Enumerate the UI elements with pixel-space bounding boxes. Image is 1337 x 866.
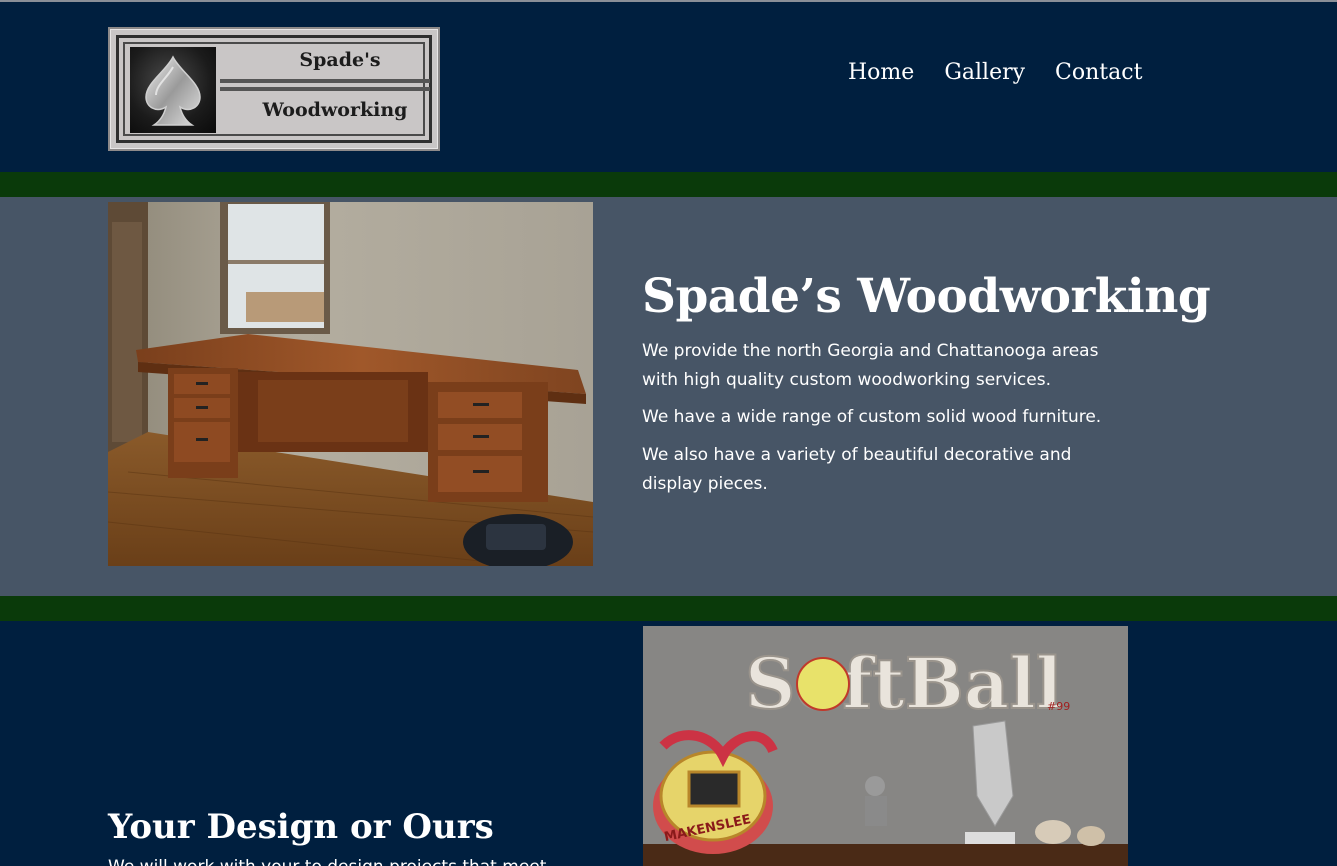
nav-gallery[interactable]: Gallery: [944, 60, 1025, 85]
nav-contact[interactable]: Contact: [1055, 60, 1142, 85]
desk-photo: [108, 202, 593, 566]
softball-display-photo: SoftBall #99 MAKENSLEE: [643, 626, 1128, 866]
design-section: Your Design or Ours We will work with yo…: [0, 621, 1337, 866]
hero-section: Spade’s Woodworking We provide the north…: [0, 197, 1337, 596]
sign-number: #99: [1047, 700, 1070, 713]
logo-text-line1: Spade's: [299, 49, 381, 71]
hero-paragraph: We have a wide range of custom solid woo…: [642, 407, 1102, 427]
logo-text-line2: Woodworking: [262, 99, 408, 121]
site-logo[interactable]: Spade's Woodworking: [108, 27, 440, 151]
main-nav: Home Gallery Contact: [848, 60, 1142, 85]
green-divider-band: [0, 172, 1337, 197]
section-title: Your Design or Ours: [108, 807, 494, 847]
nav-home[interactable]: Home: [848, 60, 914, 85]
logo-divider: [220, 87, 430, 91]
logo-divider: [220, 79, 430, 83]
hero-paragraph: We also have a variety of beautiful deco…: [642, 445, 1072, 494]
spade-icon: [130, 47, 216, 133]
site-header: Spade's Woodworking Home Gallery Contact: [0, 2, 1337, 172]
section-text: We will work with your to design project…: [108, 857, 578, 866]
hero-paragraph: We provide the north Georgia and Chattan…: [642, 341, 1099, 390]
green-divider-band: [0, 596, 1337, 621]
sign-text: SoftBall: [745, 642, 1062, 725]
hero-title: Spade’s Woodworking: [642, 269, 1211, 324]
